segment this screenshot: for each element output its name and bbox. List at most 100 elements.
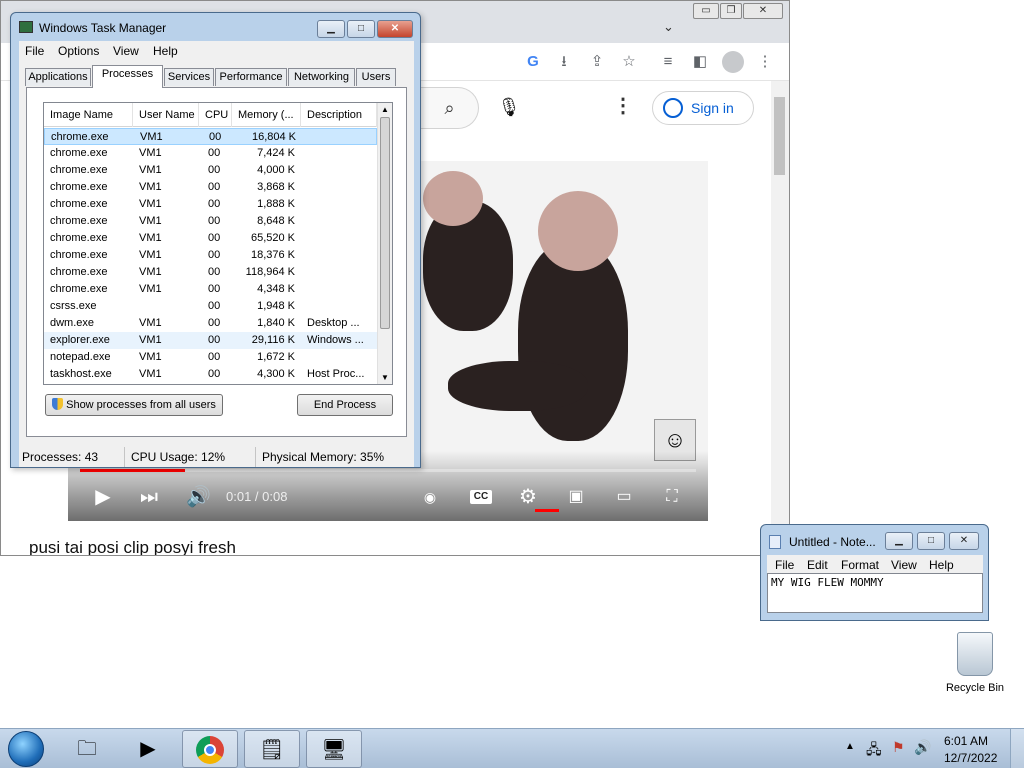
voice-search-mic-icon[interactable]: 🎙 bbox=[493, 91, 525, 123]
show-all-processes-button[interactable]: Show processes from all users bbox=[45, 394, 223, 416]
side-panel-icon[interactable]: ◧ bbox=[690, 52, 710, 72]
process-row[interactable]: notepad.exe VM1 00 1,672 K bbox=[44, 349, 377, 366]
settings-gear-icon[interactable]: ⚙ bbox=[516, 483, 540, 511]
browser-menu-icon[interactable]: ⋮ bbox=[755, 52, 775, 72]
media-control-icon[interactable]: ≡ bbox=[658, 52, 678, 72]
share-icon[interactable]: ⇪ bbox=[587, 52, 607, 72]
tab-services[interactable]: Services bbox=[164, 68, 214, 86]
cell-memory: 1,888 K bbox=[257, 198, 295, 210]
notepad-menu-edit[interactable]: Edit bbox=[807, 558, 828, 572]
menu-file[interactable]: File bbox=[25, 44, 44, 58]
process-list-scroll-thumb[interactable] bbox=[380, 117, 390, 329]
show-hidden-icons-icon[interactable]: ▲ bbox=[845, 741, 855, 752]
taskbar-chrome-button[interactable] bbox=[182, 730, 238, 768]
browser-close-button[interactable]: ✕ bbox=[743, 3, 783, 19]
column-image-name[interactable]: Image Name bbox=[44, 103, 133, 127]
cell-user-name: VM1 bbox=[139, 334, 162, 346]
tab-search-chevron-icon[interactable]: ⌄ bbox=[663, 19, 674, 35]
notepad-close-button[interactable]: ✕ bbox=[949, 532, 979, 550]
cell-user-name: VM1 bbox=[139, 283, 162, 295]
browser-restore-button[interactable]: ❐ bbox=[720, 3, 742, 19]
page-scrollbar-thumb[interactable] bbox=[774, 97, 785, 175]
theater-mode-icon[interactable]: ▭ bbox=[610, 483, 638, 511]
process-row[interactable]: chrome.exe VM1 00 8,648 K bbox=[44, 213, 377, 230]
process-row[interactable]: chrome.exe VM1 00 18,376 K bbox=[44, 247, 377, 264]
start-button[interactable] bbox=[8, 731, 44, 767]
volume-icon[interactable]: 🔊 bbox=[186, 483, 211, 511]
scroll-down-arrow-icon[interactable]: ▼ bbox=[381, 373, 389, 382]
youtube-search-button[interactable]: ⌕ bbox=[421, 87, 479, 129]
taskbar-explorer-button[interactable]: 🗀 bbox=[59, 730, 115, 768]
process-row[interactable]: chrome.exe VM1 00 4,000 K bbox=[44, 162, 377, 179]
tab-processes[interactable]: Processes bbox=[92, 65, 163, 88]
tab-performance[interactable]: Performance bbox=[215, 68, 287, 86]
browser-minimize-button[interactable]: ▭ bbox=[693, 3, 719, 19]
notepad-maximize-button[interactable]: □ bbox=[917, 532, 945, 550]
action-center-flag-icon[interactable]: ⚑ bbox=[892, 739, 905, 756]
end-process-button[interactable]: End Process bbox=[297, 394, 393, 416]
subtitles-cc-button[interactable]: CC bbox=[470, 490, 492, 504]
column-cpu[interactable]: CPU bbox=[199, 103, 232, 127]
clock-date[interactable]: 12/7/2022 bbox=[944, 751, 997, 765]
process-row[interactable]: chrome.exe VM1 00 3,868 K bbox=[44, 179, 377, 196]
cell-description bbox=[307, 213, 373, 230]
autoplay-toggle-icon[interactable]: ◉ bbox=[414, 483, 446, 511]
menu-view[interactable]: View bbox=[113, 44, 139, 58]
next-video-icon[interactable]: ⏭ bbox=[138, 483, 160, 511]
column-description[interactable]: Description bbox=[301, 103, 377, 127]
taskbar-notepad-button[interactable]: 🗒 bbox=[244, 730, 300, 768]
cell-description bbox=[307, 349, 373, 366]
volume-tray-icon[interactable]: 🔊 bbox=[914, 739, 931, 756]
minimize-button[interactable]: ▁ bbox=[317, 20, 345, 38]
process-row[interactable]: taskhost.exe VM1 00 4,300 K Host Proc... bbox=[44, 366, 377, 383]
notepad-menu-format[interactable]: Format bbox=[841, 558, 879, 572]
install-app-icon[interactable]: ⭳ bbox=[554, 52, 574, 72]
task-manager-title-bar[interactable]: Windows Task Manager ▁ □ ✕ bbox=[11, 13, 420, 40]
process-row[interactable]: chrome.exe VM1 00 4,348 K bbox=[44, 281, 377, 298]
taskbar-task-manager-button[interactable]: 🖥 bbox=[306, 730, 362, 768]
process-row[interactable]: chrome.exe VM1 00 16,804 K bbox=[44, 128, 377, 145]
profile-avatar-icon[interactable] bbox=[722, 51, 744, 73]
column-memory[interactable]: Memory (... bbox=[232, 103, 301, 127]
video-title[interactable]: pusi tai posi clip posyi fresh bbox=[29, 538, 236, 555]
cell-memory: 4,300 K bbox=[257, 368, 295, 380]
youtube-sign-in-button[interactable]: Sign in bbox=[652, 91, 754, 125]
process-row[interactable]: chrome.exe VM1 00 118,964 K bbox=[44, 264, 377, 281]
process-list[interactable]: Image Name User Name CPU Memory (... Des… bbox=[43, 102, 393, 385]
process-row[interactable]: chrome.exe VM1 00 65,520 K bbox=[44, 230, 377, 247]
notepad-menu-file[interactable]: File bbox=[775, 558, 794, 572]
taskbar-media-player-button[interactable]: ▶ bbox=[120, 730, 176, 768]
page-scrollbar[interactable]: ▼ bbox=[771, 81, 789, 555]
process-row[interactable]: chrome.exe VM1 00 7,424 K bbox=[44, 145, 377, 162]
process-row[interactable]: chrome.exe VM1 00 1,888 K bbox=[44, 196, 377, 213]
process-list-scrollbar[interactable]: ▲ ▼ bbox=[377, 103, 392, 384]
tab-applications[interactable]: Applications bbox=[25, 68, 91, 86]
fullscreen-icon[interactable]: ⛶ bbox=[660, 483, 684, 511]
play-icon[interactable]: ▶ bbox=[92, 483, 114, 511]
bookmark-star-icon[interactable]: ☆ bbox=[619, 52, 639, 72]
process-row[interactable]: csrss.exe 00 1,948 K bbox=[44, 298, 377, 315]
tab-networking[interactable]: Networking bbox=[288, 68, 355, 86]
network-icon[interactable]: 🖧 bbox=[866, 739, 882, 763]
process-row[interactable]: dwm.exe VM1 00 1,840 K Desktop ... bbox=[44, 315, 377, 332]
scroll-up-arrow-icon[interactable]: ▲ bbox=[381, 105, 389, 114]
notepad-minimize-button[interactable]: ▁ bbox=[885, 532, 913, 550]
menu-help[interactable]: Help bbox=[153, 44, 178, 58]
menu-options[interactable]: Options bbox=[58, 44, 99, 58]
notepad-menu-help[interactable]: Help bbox=[929, 558, 954, 572]
miniplayer-icon[interactable]: ▣ bbox=[564, 483, 588, 511]
process-row[interactable]: explorer.exe VM1 00 29,116 K Windows ... bbox=[44, 332, 377, 349]
close-button[interactable]: ✕ bbox=[377, 20, 413, 38]
notepad-text-area[interactable]: MY WIG FLEW MOMMY bbox=[767, 573, 983, 613]
youtube-more-icon[interactable]: ⋮ bbox=[613, 93, 633, 118]
show-desktop-button[interactable] bbox=[1010, 729, 1024, 768]
tab-users[interactable]: Users bbox=[356, 68, 396, 86]
recycle-bin-shortcut[interactable]: Recycle Bin bbox=[944, 632, 1006, 694]
column-user-name[interactable]: User Name bbox=[133, 103, 199, 127]
google-lens-icon[interactable]: G bbox=[523, 52, 543, 72]
notepad-menu-view[interactable]: View bbox=[891, 558, 917, 572]
maximize-button[interactable]: □ bbox=[347, 20, 375, 38]
video-progress-bar[interactable] bbox=[80, 469, 696, 472]
clock-time[interactable]: 6:01 AM bbox=[944, 734, 988, 748]
video-figure-arm bbox=[448, 361, 588, 411]
